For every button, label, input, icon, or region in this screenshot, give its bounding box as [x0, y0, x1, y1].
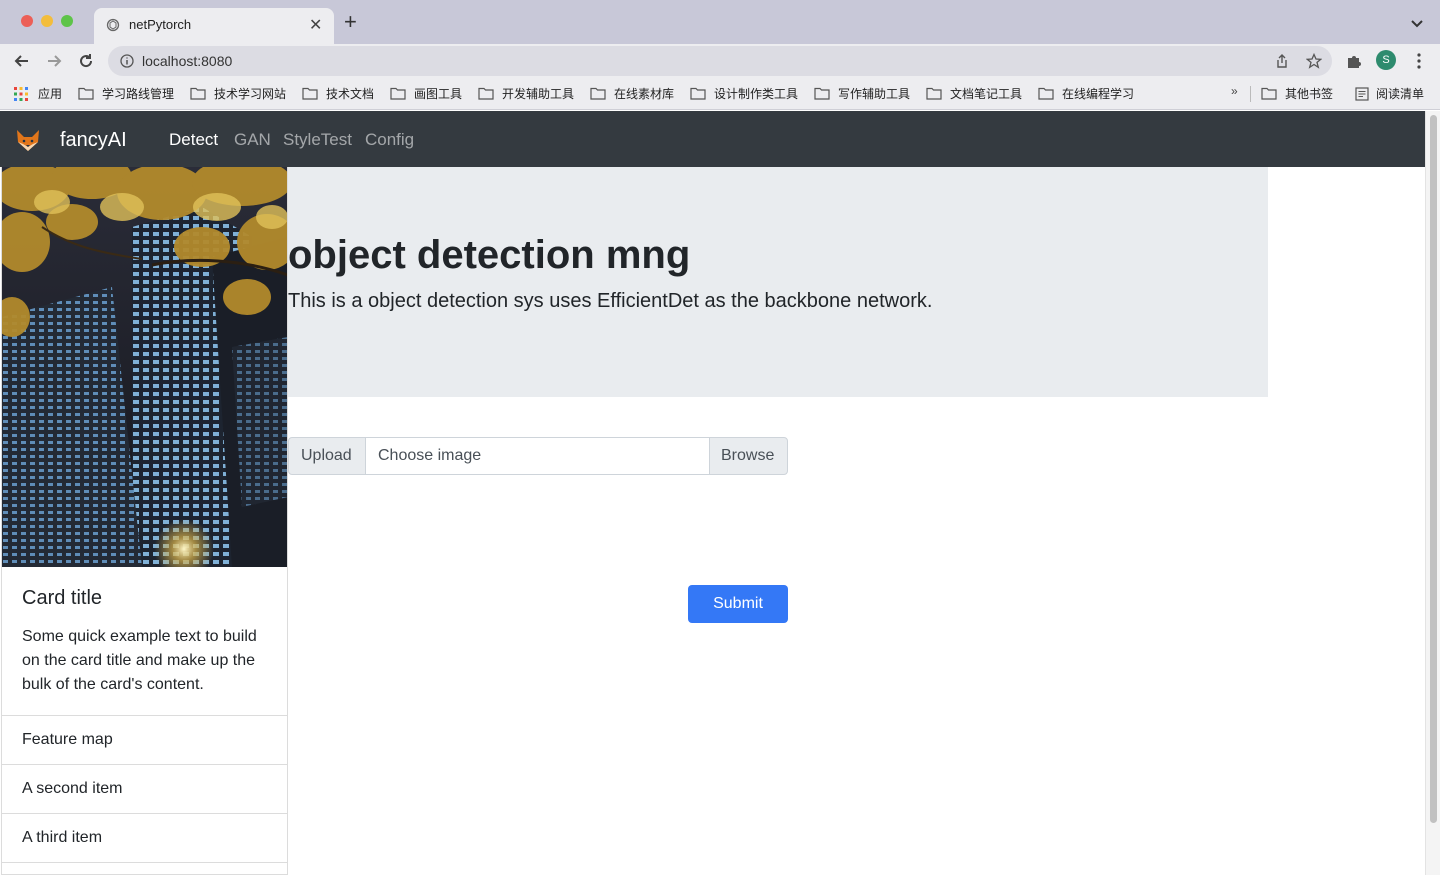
zoom-window-button[interactable]: [61, 15, 73, 27]
bookmark-divider: [1250, 86, 1251, 102]
reload-icon[interactable]: [76, 51, 96, 71]
folder-icon: [302, 87, 318, 100]
folder-icon: [814, 87, 830, 100]
bookmark-label: 在线编程学习: [1062, 87, 1135, 101]
new-tab-button[interactable]: +: [344, 11, 357, 33]
info-icon[interactable]: [120, 54, 134, 68]
submit-button[interactable]: Submit: [688, 585, 788, 623]
upload-input-group: Upload Choose image Browse: [288, 437, 788, 475]
bookmark-label: 设计制作类工具: [714, 87, 799, 101]
bookmark-label: 画图工具: [414, 87, 463, 101]
jumbotron: object detection mng This is a object de…: [288, 167, 1268, 397]
share-icon[interactable]: [1274, 53, 1290, 69]
folder-icon: [78, 87, 94, 100]
bookmarks-bar: 应用 学习路线管理 技术学习网站 技术文档 画图工具 开发辅助工具 在线素材库 …: [0, 78, 1440, 110]
brand-name[interactable]: fancyAI: [60, 129, 127, 152]
browser-toolbar: localhost:8080 S: [0, 44, 1440, 78]
folder-icon: [690, 87, 706, 100]
page-lead: This is a object detection sys uses Effi…: [288, 290, 933, 312]
bookmark-label: 其他书签: [1285, 87, 1334, 101]
bookmark-label: 应用: [38, 87, 63, 101]
bookmark-label: 学习路线管理: [102, 87, 175, 101]
list-item-third[interactable]: A third item: [2, 813, 287, 862]
file-input-placeholder: Choose image: [378, 447, 482, 464]
list-item-divider: [2, 862, 287, 874]
apps-grid-icon: [14, 87, 28, 101]
page-heading: object detection mng: [288, 233, 691, 277]
more-vertical-icon[interactable]: [1410, 52, 1428, 70]
forward-arrow-icon[interactable]: [44, 51, 64, 71]
nav-link-styletest[interactable]: StyleTest: [283, 130, 352, 150]
bookmark-label: 开发辅助工具: [502, 87, 575, 101]
upload-label: Upload: [301, 447, 352, 464]
reading-list-icon: [1355, 87, 1369, 101]
card-title: Card title: [22, 587, 103, 609]
scrollbar-thumb[interactable]: [1430, 115, 1437, 823]
folder-icon: [1038, 87, 1054, 100]
address-bar[interactable]: localhost:8080: [108, 46, 1332, 76]
browse-button[interactable]: Browse: [709, 437, 788, 475]
bookmark-label: 文档笔记工具: [950, 87, 1023, 101]
reading-list-label: 阅读清单: [1376, 87, 1425, 101]
more-bookmarks-button[interactable]: »: [1231, 84, 1238, 98]
close-tab-icon[interactable]: ✕: [309, 15, 322, 35]
folder-icon: [926, 87, 942, 100]
nav-link-config[interactable]: Config: [365, 130, 414, 150]
sidebar-card: Card title Some quick example text to bu…: [1, 167, 288, 875]
submit-label: Submit: [713, 595, 763, 612]
card-image: [2, 167, 287, 567]
nav-link-detect[interactable]: Detect: [169, 130, 218, 150]
minimize-window-button[interactable]: [41, 15, 53, 27]
folder-icon: [190, 87, 206, 100]
folder-icon: [590, 87, 606, 100]
browser-tab[interactable]: netPytorch ✕: [94, 8, 334, 44]
extensions-puzzle-icon[interactable]: [1345, 52, 1363, 70]
list-item-label: A second item: [22, 780, 123, 797]
upload-label-box: Upload: [288, 437, 366, 475]
list-item-label: A third item: [22, 829, 103, 846]
bookmark-label: 技术学习网站: [214, 87, 287, 101]
page-scrollbar[interactable]: [1425, 111, 1440, 875]
list-item-feature-map[interactable]: Feature map: [2, 715, 287, 764]
bookmark-label: 写作辅助工具: [838, 87, 911, 101]
folder-icon: [478, 87, 494, 100]
bookmark-label: 在线素材库: [614, 87, 675, 101]
back-arrow-icon[interactable]: [12, 51, 32, 71]
close-window-button[interactable]: [21, 15, 33, 27]
folder-icon: [390, 87, 406, 100]
list-item-second[interactable]: A second item: [2, 764, 287, 813]
browse-label: Browse: [721, 447, 775, 464]
card-text: Some quick example text to build on the …: [22, 628, 257, 693]
globe-icon: [106, 18, 120, 32]
tab-title: netPytorch: [129, 17, 192, 32]
chevron-down-icon[interactable]: [1408, 14, 1426, 32]
url-text: localhost:8080: [142, 53, 233, 69]
profile-avatar[interactable]: S: [1376, 50, 1396, 70]
browser-titlebar: netPytorch ✕ +: [0, 0, 1440, 44]
fox-logo-icon[interactable]: [14, 126, 42, 154]
file-input[interactable]: Choose image: [365, 437, 710, 475]
nav-link-gan[interactable]: GAN: [234, 130, 271, 150]
folder-icon: [1261, 87, 1277, 100]
list-item-label: Feature map: [22, 731, 113, 748]
star-icon[interactable]: [1306, 53, 1322, 69]
bookmark-label: 技术文档: [326, 87, 375, 101]
app-navbar: fancyAI Detect GAN StyleTest Config: [0, 111, 1425, 167]
